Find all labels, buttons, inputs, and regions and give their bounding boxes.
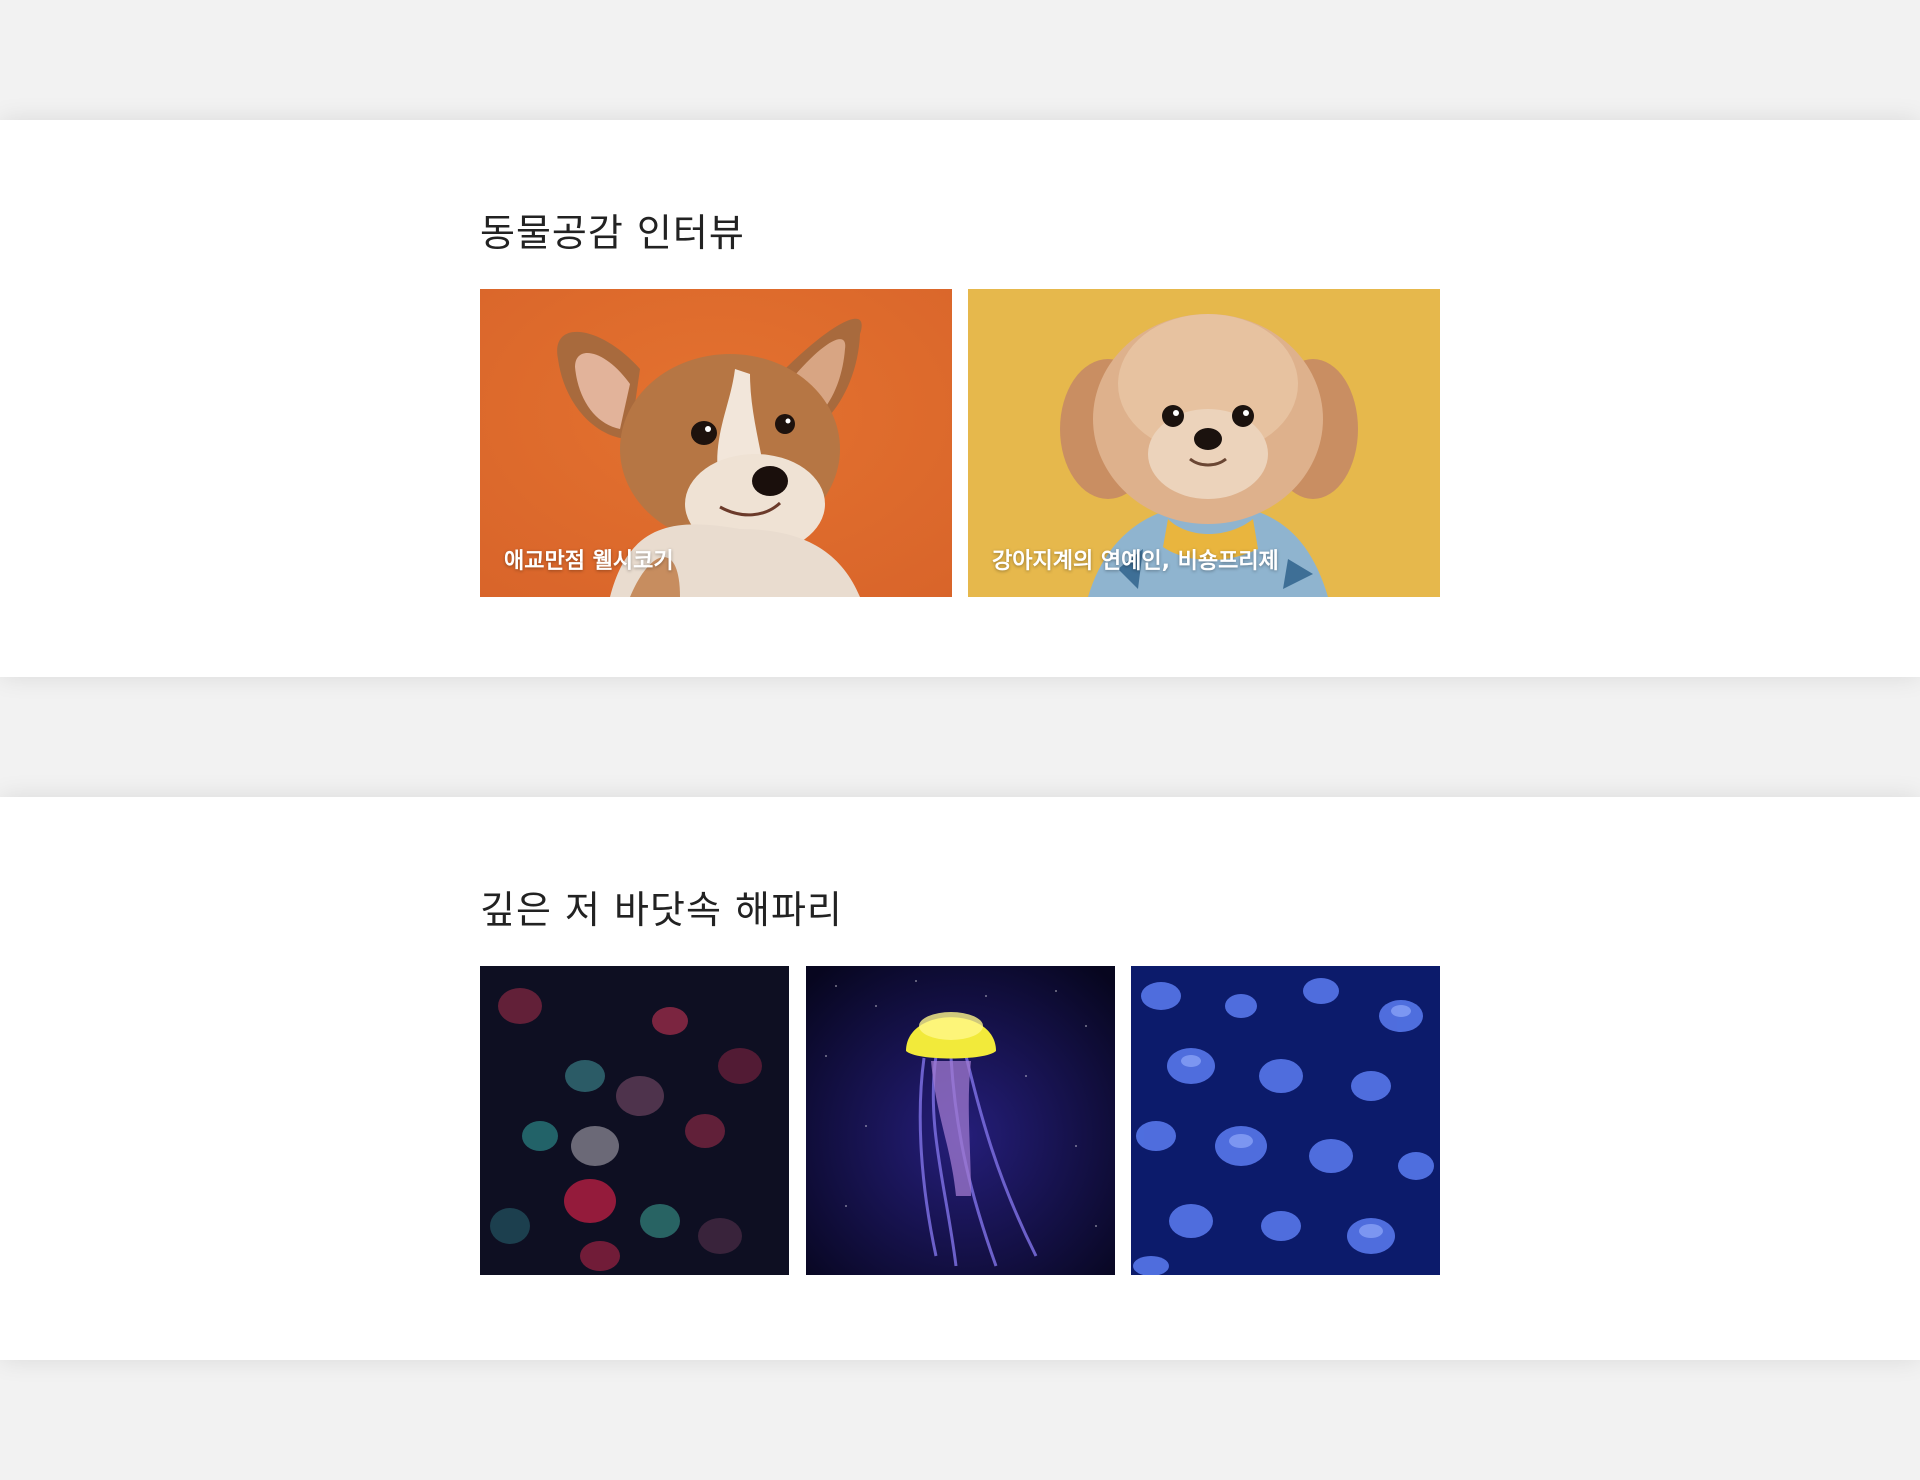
section-title: 동물공감 인터뷰: [480, 211, 745, 255]
jellyfish-tile-3[interactable]: [1131, 966, 1440, 1275]
jellyfish-swarm-pink-teal-photo: [480, 966, 789, 1275]
card-bichon-frise[interactable]: 강아지계의 연예인, 비숑프리제: [968, 289, 1440, 597]
card-caption: 강아지계의 연예인, 비숑프리제: [992, 549, 1279, 574]
animal-interview-section: 동물공감 인터뷰 애교만점 웰시코기 강아지계의 연예인, 비숑프리제: [0, 120, 1920, 677]
card-welsh-corgi[interactable]: 애교만점 웰시코기: [480, 289, 952, 597]
blue-jellyfish-swarm-photo: [1131, 966, 1440, 1275]
card-caption: 애교만점 웰시코기: [504, 549, 674, 574]
glowing-yellow-jellyfish-photo: [806, 966, 1115, 1275]
jellyfish-section: 깊은 저 바닷속 해파리: [0, 797, 1920, 1360]
section-title: 깊은 저 바닷속 해파리: [480, 888, 843, 932]
jellyfish-tile-1[interactable]: [480, 966, 789, 1275]
page: 동물공감 인터뷰 애교만점 웰시코기 강아지계의 연예인, 비숑프리제 깊은 저…: [0, 0, 1920, 1480]
jellyfish-tile-2[interactable]: [806, 966, 1115, 1275]
